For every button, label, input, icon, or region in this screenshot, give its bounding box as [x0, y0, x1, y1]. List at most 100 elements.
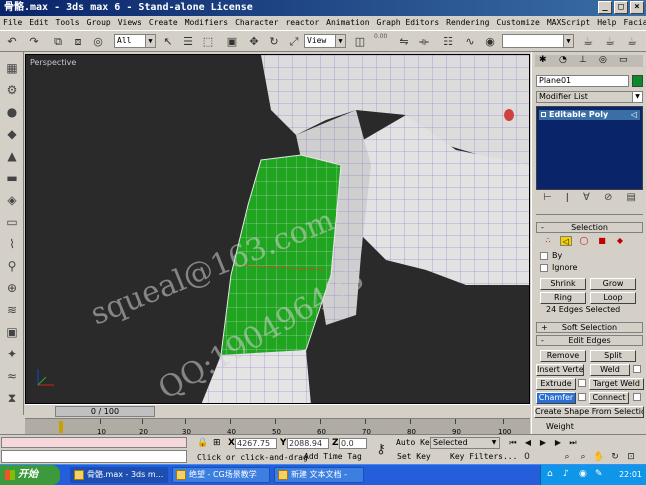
menu-character[interactable]: Character: [235, 16, 278, 30]
network-icon[interactable]: ⌂: [547, 469, 553, 479]
align-icon[interactable]: ⟛: [416, 34, 432, 49]
by-vertex-checkbox[interactable]: [540, 252, 548, 260]
hierarchy-tab-icon[interactable]: ⊥: [579, 55, 587, 65]
selection-rollout[interactable]: - Selection: [536, 222, 643, 233]
menu-modifiers[interactable]: Modifiers: [185, 16, 228, 30]
weld-button[interactable]: Weld: [590, 364, 630, 376]
edge-mode-icon[interactable]: ◁: [560, 236, 572, 246]
layer-manager-icon[interactable]: ☷: [440, 34, 456, 49]
close-button[interactable]: ×: [630, 1, 644, 14]
connect-button[interactable]: Connect: [589, 392, 629, 404]
stack-item-editable-poly[interactable]: Editable Poly ◁: [539, 110, 640, 120]
menu-group[interactable]: Group: [87, 16, 111, 30]
show-end-result-icon[interactable]: ǀ: [566, 192, 569, 207]
expand-icon[interactable]: [541, 112, 546, 117]
task-browser[interactable]: 绝望 - CG场景教学: [172, 467, 270, 483]
reference-coord-dropdown[interactable]: View ▼: [304, 34, 346, 48]
ime-icon[interactable]: ✎: [595, 469, 603, 479]
selection-region-icon[interactable]: ⬚: [200, 34, 216, 49]
teapot-icon[interactable]: ▦: [4, 60, 20, 76]
soft-body-icon[interactable]: ▲: [4, 148, 20, 164]
vertex-mode-icon[interactable]: ∴: [542, 236, 554, 246]
set-key-button[interactable]: Set Key: [397, 452, 431, 461]
auto-key-button[interactable]: Auto Key: [396, 438, 435, 447]
object-color-swatch[interactable]: [632, 75, 643, 87]
loop-button[interactable]: Loop: [590, 292, 636, 304]
current-frame-field[interactable]: 0: [520, 451, 534, 463]
maximize-button[interactable]: □: [614, 1, 628, 14]
extrude-settings-button[interactable]: [578, 379, 586, 387]
play-icon[interactable]: ▶: [536, 437, 550, 449]
display-tab-icon[interactable]: ▭: [619, 55, 628, 65]
pan-icon[interactable]: ✋: [592, 451, 606, 463]
perspective-viewport[interactable]: squeal@163.com QQ:190496493 Perspective: [25, 54, 530, 404]
rope-icon[interactable]: ▬: [4, 170, 20, 186]
menu-tools[interactable]: Tools: [56, 16, 80, 30]
next-frame-icon[interactable]: ▶: [551, 437, 565, 449]
ring-button[interactable]: Ring: [540, 292, 586, 304]
mirror-icon[interactable]: ⇋: [396, 34, 412, 49]
menu-graph-editors[interactable]: Graph Editors: [377, 16, 440, 30]
menu-facial-studio[interactable]: Facial Studio: [623, 16, 646, 30]
toy-car-icon[interactable]: ▣: [4, 324, 20, 340]
pivot-center-icon[interactable]: ◫: [352, 34, 368, 49]
key-mode-dropdown[interactable]: Selected ▼: [430, 437, 500, 449]
minimize-button[interactable]: _: [598, 1, 612, 14]
scale-icon[interactable]: ⤢: [286, 34, 302, 49]
make-unique-icon[interactable]: ∀: [583, 192, 590, 207]
wind-icon[interactable]: ≋: [4, 302, 20, 318]
menu-animation[interactable]: Animation: [326, 16, 369, 30]
task-notepad[interactable]: 新建 文本文档 -: [274, 467, 364, 483]
spring-icon[interactable]: ⌇: [4, 236, 20, 252]
go-to-start-icon[interactable]: ⏮: [506, 437, 520, 449]
motor-icon[interactable]: ⊕: [4, 280, 20, 296]
rotate-icon[interactable]: ↻: [266, 34, 282, 49]
undo-icon[interactable]: ↶: [4, 34, 20, 49]
shrink-button[interactable]: Shrink: [540, 278, 586, 290]
connect-settings-button[interactable]: [633, 393, 641, 401]
dashpot-icon[interactable]: ⚲: [4, 258, 20, 274]
time-marker[interactable]: [59, 421, 63, 433]
time-slider[interactable]: 0 / 100: [55, 406, 155, 417]
redo-icon[interactable]: ↷: [26, 34, 42, 49]
bind-space-warp-icon[interactable]: ◎: [90, 34, 106, 49]
edit-edges-rollout[interactable]: - Edit Edges: [536, 335, 643, 346]
soft-selection-rollout[interactable]: + Soft Selection: [536, 322, 643, 333]
zoom-icon[interactable]: ⌕: [560, 451, 574, 463]
zoom-all-icon[interactable]: ⌕: [576, 451, 590, 463]
maxscript-mini-listener[interactable]: [1, 450, 187, 463]
key-icon[interactable]: ⚷: [366, 437, 396, 463]
render-type-dropdown[interactable]: ▼: [502, 34, 574, 48]
fracture-icon[interactable]: ✦: [4, 346, 20, 362]
render-last-icon[interactable]: ☕: [624, 34, 640, 49]
select-link-icon[interactable]: ⧉: [50, 34, 66, 49]
reactor-icon[interactable]: ⚙: [4, 82, 20, 98]
maximize-viewport-icon[interactable]: ⊡: [624, 451, 638, 463]
create-shape-button[interactable]: Create Shape From Selection: [534, 406, 644, 418]
absolute-mode-icon[interactable]: ⊞: [213, 438, 221, 448]
move-icon[interactable]: ✥: [246, 34, 262, 49]
plane-icon[interactable]: ▭: [4, 214, 20, 230]
insert-vertex-button[interactable]: Insert Vertex: [536, 364, 584, 376]
material-editor-icon[interactable]: ◉: [482, 34, 498, 49]
menu-edit[interactable]: Edit: [29, 16, 48, 30]
menu-views[interactable]: Views: [118, 16, 142, 30]
viewport-label[interactable]: Perspective: [30, 58, 76, 67]
select-by-name-icon[interactable]: ☰: [180, 34, 196, 49]
modify-tab-icon[interactable]: ◔: [559, 55, 567, 65]
motion-tab-icon[interactable]: ◎: [599, 55, 607, 65]
rigid-body-icon[interactable]: ●: [4, 104, 20, 120]
cloth-icon[interactable]: ◆: [4, 126, 20, 142]
create-tab-icon[interactable]: ✱: [539, 55, 547, 65]
menu-help[interactable]: Help: [597, 16, 616, 30]
water-icon[interactable]: ≈: [4, 368, 20, 384]
task-3dsmax[interactable]: 骨骼.max - 3ds m...: [70, 467, 168, 483]
menu-rendering[interactable]: Rendering: [446, 16, 489, 30]
element-mode-icon[interactable]: ◆: [614, 236, 626, 246]
start-button[interactable]: 开始: [0, 465, 60, 485]
select-object-icon[interactable]: ↖: [160, 34, 176, 49]
remove-modifier-icon[interactable]: ⊘: [604, 192, 612, 207]
object-name-field[interactable]: Plane01: [536, 75, 629, 87]
ignore-backfacing-checkbox[interactable]: [540, 264, 548, 272]
border-mode-icon[interactable]: ◯: [578, 236, 590, 246]
